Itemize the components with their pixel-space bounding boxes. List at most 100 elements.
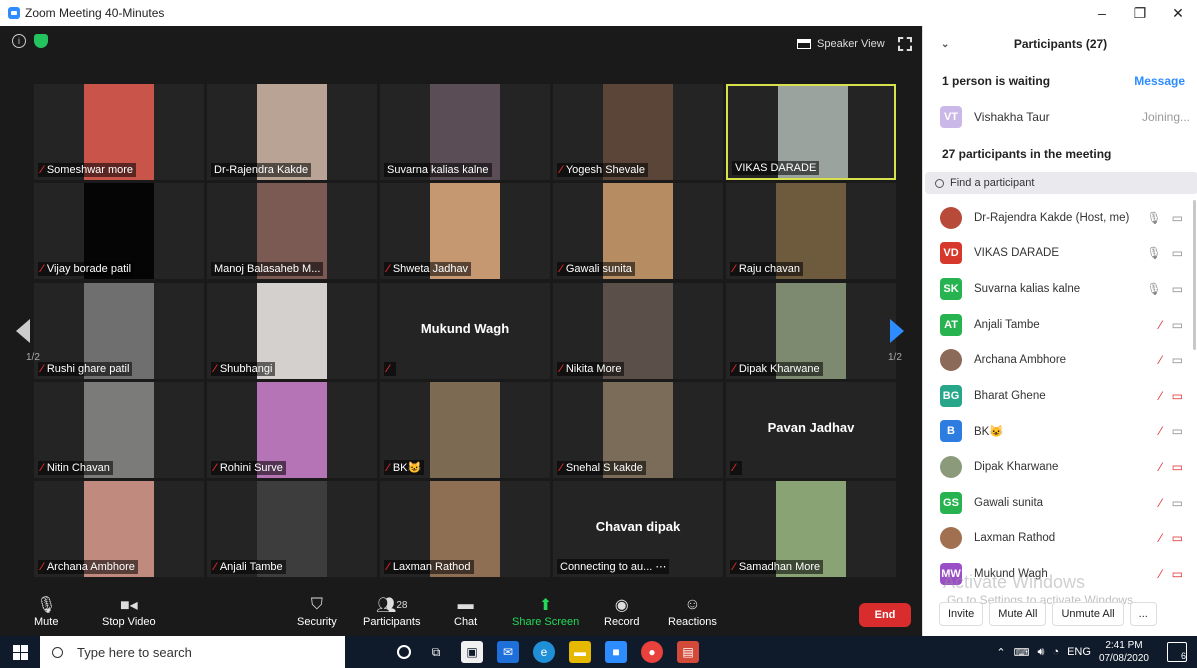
- chevron-down-icon[interactable]: ⌄: [941, 39, 949, 50]
- file-explorer-icon[interactable]: ▬: [569, 641, 591, 663]
- invite-button[interactable]: Invite: [939, 602, 984, 626]
- video-tile[interactable]: ⁄ Shubhangi: [207, 283, 377, 379]
- video-tile[interactable]: Suvarna kalias kalne: [380, 84, 550, 180]
- video-tile[interactable]: ⁄ Archana Ambhore: [34, 481, 204, 577]
- video-tile[interactable]: ⁄ BK😺: [380, 382, 550, 478]
- volume-icon[interactable]: 🔊︎: [1038, 646, 1045, 659]
- security-button[interactable]: ⛉ Security: [297, 594, 337, 628]
- message-button[interactable]: Message: [1134, 74, 1185, 88]
- chrome-icon[interactable]: ●: [641, 641, 663, 663]
- video-tile[interactable]: ⁄ Rohini Surve: [207, 382, 377, 478]
- video-tile[interactable]: ⁄ Shweta Jadhav: [380, 183, 550, 279]
- muted-mic-icon: ⁄: [560, 263, 562, 275]
- video-tile[interactable]: ⁄ Raju chavan: [726, 183, 896, 279]
- participant-row[interactable]: Laxman Rathod ⁄ ▭: [923, 520, 1191, 556]
- close-button[interactable]: ✕: [1159, 0, 1197, 26]
- participants-button[interactable]: 👥︎ 28 Participants: [363, 594, 420, 628]
- muted-mic-icon: ⁄: [560, 462, 562, 474]
- network-icon[interactable]: ⌨: [1014, 646, 1030, 659]
- participant-name: Dipak Kharwane: [738, 363, 820, 375]
- participant-name-tag: ⁄ Raju chavan: [730, 262, 803, 276]
- video-tile[interactable]: VIKAS DARADE: [726, 84, 896, 180]
- fullscreen-icon[interactable]: [898, 37, 912, 51]
- participant-row[interactable]: B BK😺 ⁄ ▭: [923, 414, 1191, 450]
- video-tile[interactable]: ⁄ Nikita More: [553, 283, 723, 379]
- participant-list-scrollbar[interactable]: [1193, 200, 1196, 350]
- participant-row[interactable]: Dr-Rajendra Kakde (Host, me) 🎙︎ ▭: [923, 200, 1191, 236]
- video-tile[interactable]: ⁄ Anjali Tambe: [207, 481, 377, 577]
- stop-video-button[interactable]: ■◂ Stop Video: [102, 594, 156, 628]
- video-tile[interactable]: ⁄ Laxman Rathod: [380, 481, 550, 577]
- panel-title: Participants (27): [1013, 37, 1108, 51]
- reactions-button[interactable]: ☺ Reactions: [668, 594, 717, 628]
- start-button[interactable]: [0, 644, 40, 660]
- app-icon[interactable]: ▤: [677, 641, 699, 663]
- taskbar-search-box[interactable]: Type here to search: [40, 636, 345, 668]
- task-view-icon[interactable]: ⧉: [425, 641, 447, 663]
- joining-status: Joining...: [1141, 110, 1190, 124]
- clock[interactable]: 2:41 PM 07/08/2020: [1099, 639, 1149, 665]
- speaker-view-button[interactable]: Speaker View: [797, 33, 885, 55]
- video-tile[interactable]: Chavan dipak Connecting to au... ⋯: [553, 481, 723, 577]
- video-tile[interactable]: ⁄ Gawali sunita: [553, 183, 723, 279]
- info-icon[interactable]: i: [12, 34, 26, 48]
- next-page-button[interactable]: [884, 283, 908, 379]
- participant-row[interactable]: AT Anjali Tambe ⁄ ▭: [923, 307, 1191, 343]
- participant-row[interactable]: VD VIKAS DARADE 🎙︎ ▭: [923, 236, 1191, 272]
- store-icon[interactable]: ▣: [461, 641, 483, 663]
- edge-icon[interactable]: e: [533, 641, 555, 663]
- reactions-label: Reactions: [668, 616, 717, 628]
- video-tile[interactable]: ⁄ Nitin Chavan: [34, 382, 204, 478]
- video-tile[interactable]: ⁄ Dipak Kharwane: [726, 283, 896, 379]
- participants-panel: ⌄ Participants (27) 1 person is waiting …: [922, 26, 1197, 636]
- chat-button[interactable]: ▬ Chat: [454, 594, 477, 628]
- mute-button[interactable]: 🎙︎ Mute: [34, 594, 58, 628]
- mail-icon[interactable]: ✉: [497, 641, 519, 663]
- participant-name-tag: ⁄ Archana Ambhore: [38, 560, 138, 574]
- video-tile[interactable]: ⁄ Rushi ghare patil: [34, 283, 204, 379]
- language-indicator[interactable]: ENG: [1067, 646, 1091, 658]
- restore-button[interactable]: ❐: [1121, 0, 1159, 26]
- mute-all-button[interactable]: Mute All: [989, 602, 1047, 626]
- participants-label: Participants: [363, 616, 421, 628]
- participant-row[interactable]: Archana Ambhore ⁄ ▭: [923, 342, 1191, 378]
- participant-row[interactable]: BG Bharat Ghene ⁄ ▭: [923, 378, 1191, 414]
- participant-name: Suvarna kalias kalne: [387, 164, 489, 176]
- video-tile[interactable]: Dr-Rajendra Kakde: [207, 84, 377, 180]
- meeting-toolbar: 🎙︎ Mute ■◂ Stop Video ⛉ Security 👥︎ 28 Partic…: [0, 588, 922, 636]
- video-tile[interactable]: ⁄ Someshwar more: [34, 84, 204, 180]
- participant-name-tag: Connecting to au... ⋯: [557, 559, 670, 574]
- notifications-icon[interactable]: 6: [1167, 642, 1187, 662]
- prev-page-button[interactable]: [12, 283, 36, 379]
- zoom-icon[interactable]: ■: [605, 641, 627, 663]
- participant-row[interactable]: SK Suvarna kalias kalne 🎙︎ ▭: [923, 271, 1191, 307]
- minimize-button[interactable]: –: [1083, 0, 1121, 26]
- participant-name-tag: ⁄ Shweta Jadhav: [384, 262, 472, 276]
- participant-name-tag: ⁄ Nikita More: [557, 362, 625, 376]
- video-tile[interactable]: Mukund Wagh ⁄: [380, 283, 550, 379]
- find-participant-input[interactable]: Find a participant: [925, 172, 1197, 194]
- video-tile[interactable]: Manoj Balasaheb M...: [207, 183, 377, 279]
- tray-chevron-icon[interactable]: ⌃: [996, 646, 1005, 659]
- participant-row[interactable]: GS Gawali sunita ⁄ ▭: [923, 485, 1191, 521]
- more-options-button[interactable]: ...: [1129, 602, 1157, 626]
- waiting-room-title: 1 person is waiting: [942, 74, 1051, 88]
- end-meeting-button[interactable]: End: [859, 603, 911, 627]
- video-tile[interactable]: ⁄ Snehal S kakde: [553, 382, 723, 478]
- participant-name-large: Pavan Jadhav: [767, 420, 855, 435]
- video-tile[interactable]: ⁄ Yogesh Shevale: [553, 84, 723, 180]
- participant-name-tag: ⁄ Laxman Rathod: [384, 560, 474, 574]
- video-tile[interactable]: Pavan Jadhav ⁄: [726, 382, 896, 478]
- record-button[interactable]: ◉ Record: [604, 594, 639, 628]
- participant-row[interactable]: Dipak Kharwane ⁄ ▭: [923, 449, 1191, 485]
- muted-mic-icon: ⁄: [733, 363, 735, 375]
- encryption-shield-icon[interactable]: [34, 34, 48, 48]
- share-screen-button[interactable]: ⬆ Share Screen: [512, 594, 579, 628]
- unmute-all-button[interactable]: Unmute All: [1052, 602, 1124, 626]
- video-tile[interactable]: ⁄ Samadhan More: [726, 481, 896, 577]
- waiting-participant-row[interactable]: VT Vishakha Taur Joining...: [940, 106, 1190, 128]
- cortana-icon[interactable]: [397, 645, 411, 659]
- mute-label: Mute: [34, 616, 59, 628]
- video-tile[interactable]: ⁄ Vijay borade patil: [34, 183, 204, 279]
- wifi-icon[interactable]: ◔: [1052, 646, 1059, 658]
